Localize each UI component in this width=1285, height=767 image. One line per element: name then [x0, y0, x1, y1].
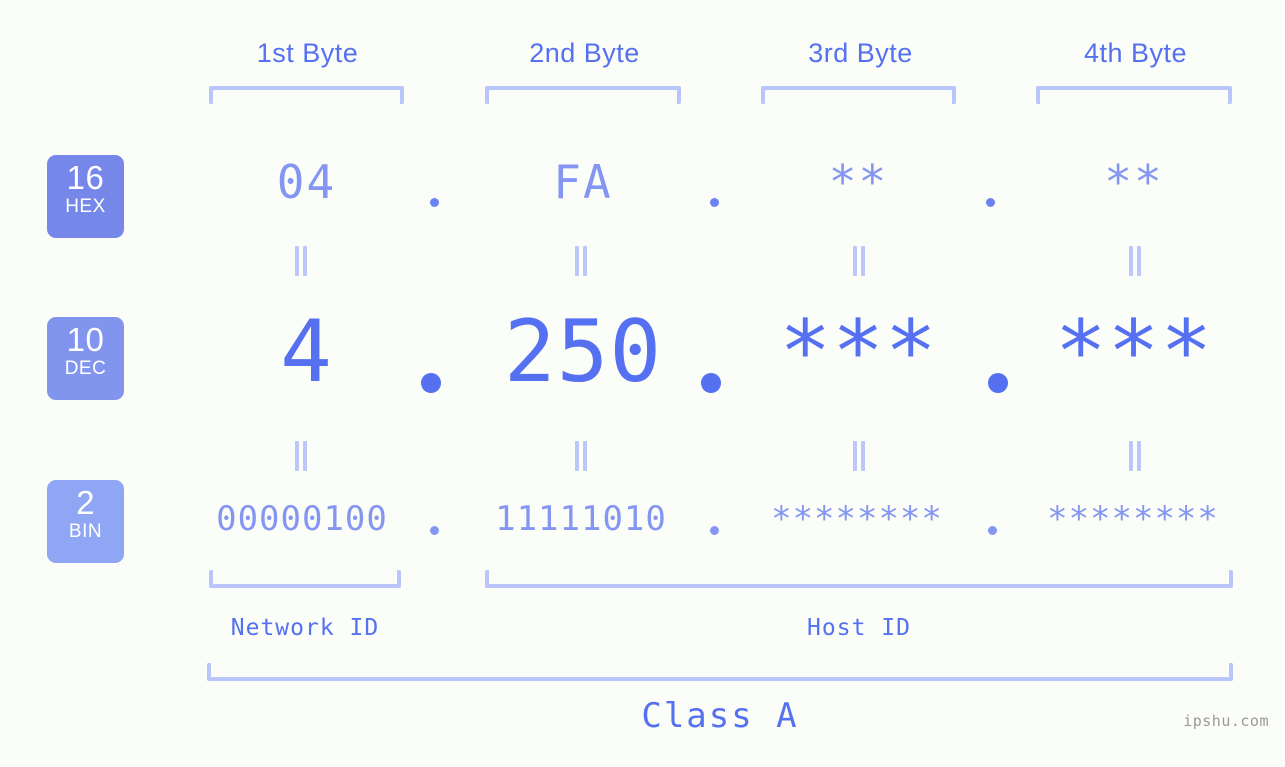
radix-badge-bin-number: 2 — [76, 484, 95, 521]
bin-octet-3: ******** — [771, 499, 943, 539]
network-id-label: Network ID — [230, 615, 380, 641]
equality-mark-dec-bin-4 — [1127, 441, 1143, 471]
dec-separator-1 — [421, 373, 441, 393]
dec-separator-3 — [988, 373, 1008, 393]
bin-octet-4: ******** — [1047, 499, 1219, 539]
hex-octet-2: FA — [553, 155, 613, 209]
hex-octet-1: 04 — [276, 155, 337, 209]
equality-mark-dec-bin-3 — [851, 441, 867, 471]
network-id-bracket — [209, 570, 401, 588]
byte-bracket-3 — [761, 86, 956, 104]
equality-mark-dec-bin-1 — [293, 441, 309, 471]
equality-mark-dec-bin-2 — [573, 441, 589, 471]
bin-octet-1: 00000100 — [216, 499, 388, 539]
radix-badge-hex-name: HEX — [65, 196, 106, 217]
host-id-bracket — [485, 570, 1233, 588]
bin-octet-2: 11111010 — [495, 499, 667, 539]
radix-badge-dec: 10 DEC — [47, 317, 124, 400]
equality-mark-hex-dec-4 — [1127, 246, 1143, 276]
class-label: Class A — [641, 696, 799, 736]
byte-bracket-2 — [485, 86, 681, 104]
hex-separator-3 — [986, 198, 995, 207]
host-id-label: Host ID — [807, 615, 911, 641]
radix-badge-dec-name: DEC — [64, 358, 107, 379]
bin-separator-1 — [430, 526, 439, 535]
bin-separator-3 — [988, 526, 997, 535]
equality-mark-hex-dec-2 — [573, 246, 589, 276]
hex-octet-3: ** — [828, 155, 889, 209]
bin-separator-2 — [710, 526, 719, 535]
class-bracket — [207, 663, 1233, 681]
equality-mark-hex-dec-3 — [851, 246, 867, 276]
radix-badge-bin: 2 BIN — [47, 480, 124, 563]
dec-octet-2: 250 — [503, 302, 663, 402]
hex-separator-2 — [710, 198, 719, 207]
byte-bracket-4 — [1036, 86, 1232, 104]
byte-header-2: 2nd Byte — [529, 38, 640, 68]
radix-badge-hex-number: 16 — [66, 159, 105, 196]
byte-header-4: 4th Byte — [1083, 38, 1188, 68]
dec-octet-1: 4 — [280, 302, 333, 402]
radix-badge-dec-number: 10 — [66, 321, 105, 358]
equality-mark-hex-dec-1 — [293, 246, 309, 276]
ip-address-breakdown-diagram: 1st Byte 2nd Byte 3rd Byte 4th Byte 16 H… — [0, 0, 1285, 767]
byte-header-1: 1st Byte — [256, 38, 359, 68]
hex-octet-4: ** — [1104, 155, 1164, 209]
dec-octet-4: *** — [1054, 302, 1214, 402]
byte-bracket-1 — [209, 86, 404, 104]
radix-badge-hex: 16 HEX — [47, 155, 124, 238]
dec-separator-2 — [701, 373, 721, 393]
site-watermark: ipshu.com — [1183, 712, 1269, 730]
radix-badge-bin-name: BIN — [68, 521, 103, 542]
dec-octet-3: *** — [779, 302, 938, 402]
byte-header-3: 3rd Byte — [808, 38, 913, 68]
hex-separator-1 — [430, 198, 439, 207]
